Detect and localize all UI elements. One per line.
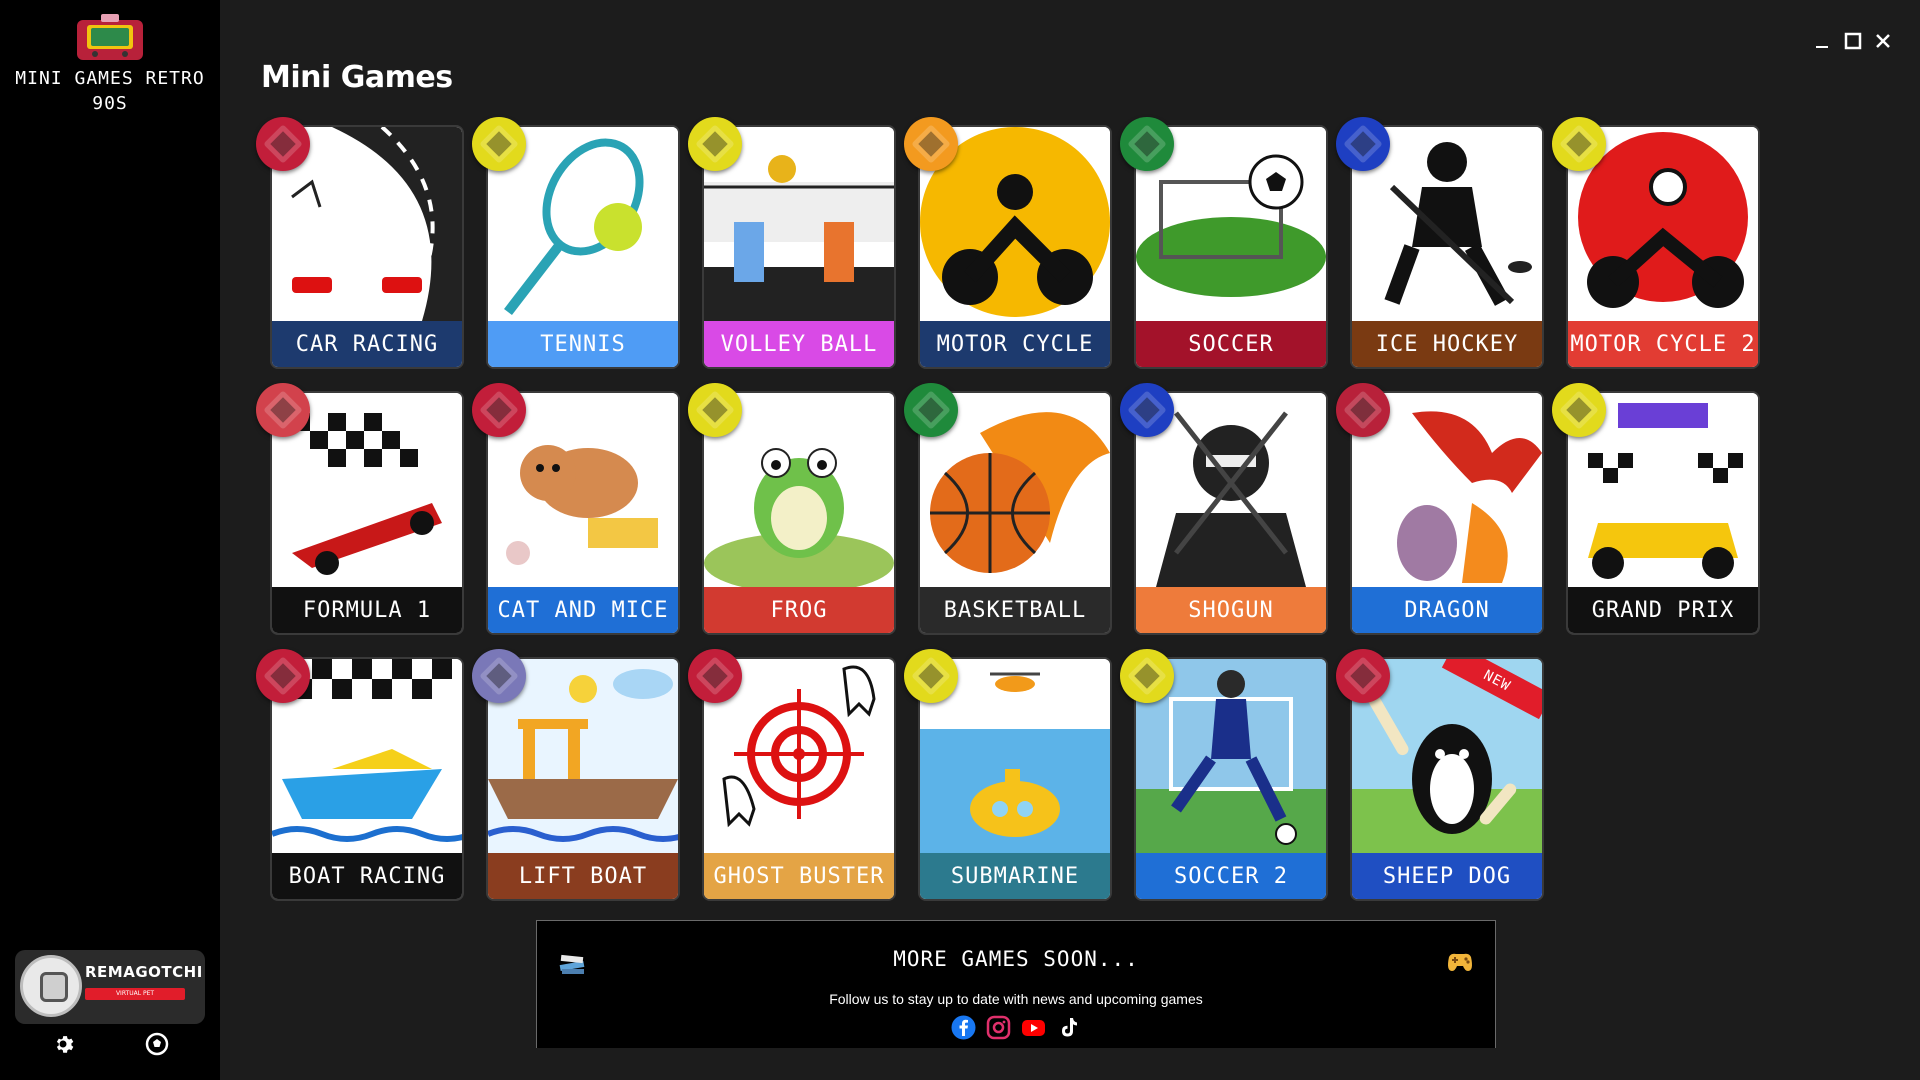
game-card-label: CAR RACING [272, 321, 462, 367]
game-card[interactable]: CAT AND MICE [472, 383, 680, 635]
difficulty-badge-icon [1120, 649, 1174, 703]
game-card-label: MOTOR CYCLE 2 [1568, 321, 1758, 367]
new-ribbon: NEW [1441, 659, 1542, 720]
game-card-label: CAT AND MICE [488, 587, 678, 633]
game-card-label: GHOST BUSTER [704, 853, 894, 899]
game-card[interactable]: ICE HOCKEY [1336, 117, 1544, 369]
sidebar: MINI GAMES RETRO 90S REMAGOTCHI VIRTUAL … [0, 0, 220, 1080]
app-logo [73, 14, 147, 62]
game-card-label: GRAND PRIX [1568, 587, 1758, 633]
game-card-label: SUBMARINE [920, 853, 1110, 899]
game-card[interactable]: LIFT BOAT [472, 649, 680, 901]
difficulty-badge-icon [1120, 117, 1174, 171]
remagotchi-subtitle: VIRTUAL PET [85, 988, 185, 1000]
difficulty-badge-icon [472, 117, 526, 171]
difficulty-badge-icon [472, 383, 526, 437]
instagram-icon[interactable] [986, 1015, 1011, 1040]
game-card[interactable]: SHEEP DOG NEW [1336, 649, 1544, 901]
banner-title: MORE GAMES SOON... [893, 947, 1139, 971]
difficulty-badge-icon [256, 117, 310, 171]
remagotchi-avatar-icon [20, 955, 82, 1017]
banner-subtitle: Follow us to stay up to date with news a… [829, 991, 1203, 1007]
difficulty-badge-icon [904, 383, 958, 437]
difficulty-badge-icon [1120, 383, 1174, 437]
window-controls [1814, 32, 1892, 50]
game-card-label: LIFT BOAT [488, 853, 678, 899]
game-card-label: TENNIS [488, 321, 678, 367]
youtube-icon[interactable] [1021, 1015, 1046, 1040]
difficulty-badge-icon [1336, 383, 1390, 437]
game-card[interactable]: VOLLEY BALL [688, 117, 896, 369]
difficulty-badge-icon [688, 649, 742, 703]
game-card-label: ICE HOCKEY [1352, 321, 1542, 367]
game-card-label: BOAT RACING [272, 853, 462, 899]
game-card[interactable]: FROG [688, 383, 896, 635]
game-card-label: FROG [704, 587, 894, 633]
difficulty-badge-icon [1552, 383, 1606, 437]
remagotchi-title: REMAGOTCHI [85, 963, 203, 981]
game-card-label: BASKETBALL [920, 587, 1110, 633]
difficulty-badge-icon [688, 383, 742, 437]
game-card-label: MOTOR CYCLE [920, 321, 1110, 367]
game-card[interactable]: GRAND PRIX [1552, 383, 1760, 635]
difficulty-badge-icon [472, 649, 526, 703]
difficulty-badge-icon [688, 117, 742, 171]
game-card[interactable]: TENNIS [472, 117, 680, 369]
game-card[interactable]: SUBMARINE [904, 649, 1112, 901]
game-card-label: SHEEP DOG [1352, 853, 1542, 899]
coming-soon-banner: MORE GAMES SOON... Follow us to stay up … [536, 920, 1496, 1048]
game-card[interactable]: GHOST BUSTER [688, 649, 896, 901]
game-card[interactable]: BASKETBALL [904, 383, 1112, 635]
tiktok-icon[interactable] [1056, 1015, 1081, 1040]
gear-icon[interactable] [51, 1032, 75, 1056]
social-links [537, 1015, 1495, 1040]
app-title: MINI GAMES RETRO 90S [15, 68, 205, 114]
games-grid: CAR RACING TENNIS VOLLEY BALL MOTOR CYCLE SO… [256, 117, 1770, 905]
game-card[interactable]: MOTOR CYCLE [904, 117, 1112, 369]
game-card[interactable]: MOTOR CYCLE 2 [1552, 117, 1760, 369]
game-card-label: SHOGUN [1136, 587, 1326, 633]
maximize-icon[interactable] [1844, 32, 1862, 50]
game-card-label: FORMULA 1 [272, 587, 462, 633]
difficulty-badge-icon [256, 649, 310, 703]
remagotchi-promo[interactable]: REMAGOTCHI VIRTUAL PET [15, 950, 205, 1024]
game-card[interactable]: BOAT RACING [256, 649, 464, 901]
close-icon[interactable] [1874, 32, 1892, 50]
game-card[interactable]: DRAGON [1336, 383, 1544, 635]
page-title: Mini Games [261, 60, 453, 95]
game-card[interactable]: SOCCER 2 [1120, 649, 1328, 901]
game-card[interactable]: SHOGUN [1120, 383, 1328, 635]
game-card-label: SOCCER [1136, 321, 1326, 367]
facebook-icon[interactable] [951, 1015, 976, 1040]
minimize-icon[interactable] [1814, 32, 1832, 50]
game-card[interactable]: FORMULA 1 [256, 383, 464, 635]
difficulty-badge-icon [1552, 117, 1606, 171]
game-card-label: VOLLEY BALL [704, 321, 894, 367]
game-card[interactable]: CAR RACING [256, 117, 464, 369]
difficulty-badge-icon [904, 649, 958, 703]
difficulty-badge-icon [904, 117, 958, 171]
difficulty-badge-icon [1336, 117, 1390, 171]
difficulty-badge-icon [256, 383, 310, 437]
game-card[interactable]: SOCCER [1120, 117, 1328, 369]
game-card-label: SOCCER 2 [1136, 853, 1326, 899]
game-card-label: DRAGON [1352, 587, 1542, 633]
soccer-ball-icon[interactable] [145, 1032, 169, 1056]
gamepad-icon [1443, 947, 1477, 977]
